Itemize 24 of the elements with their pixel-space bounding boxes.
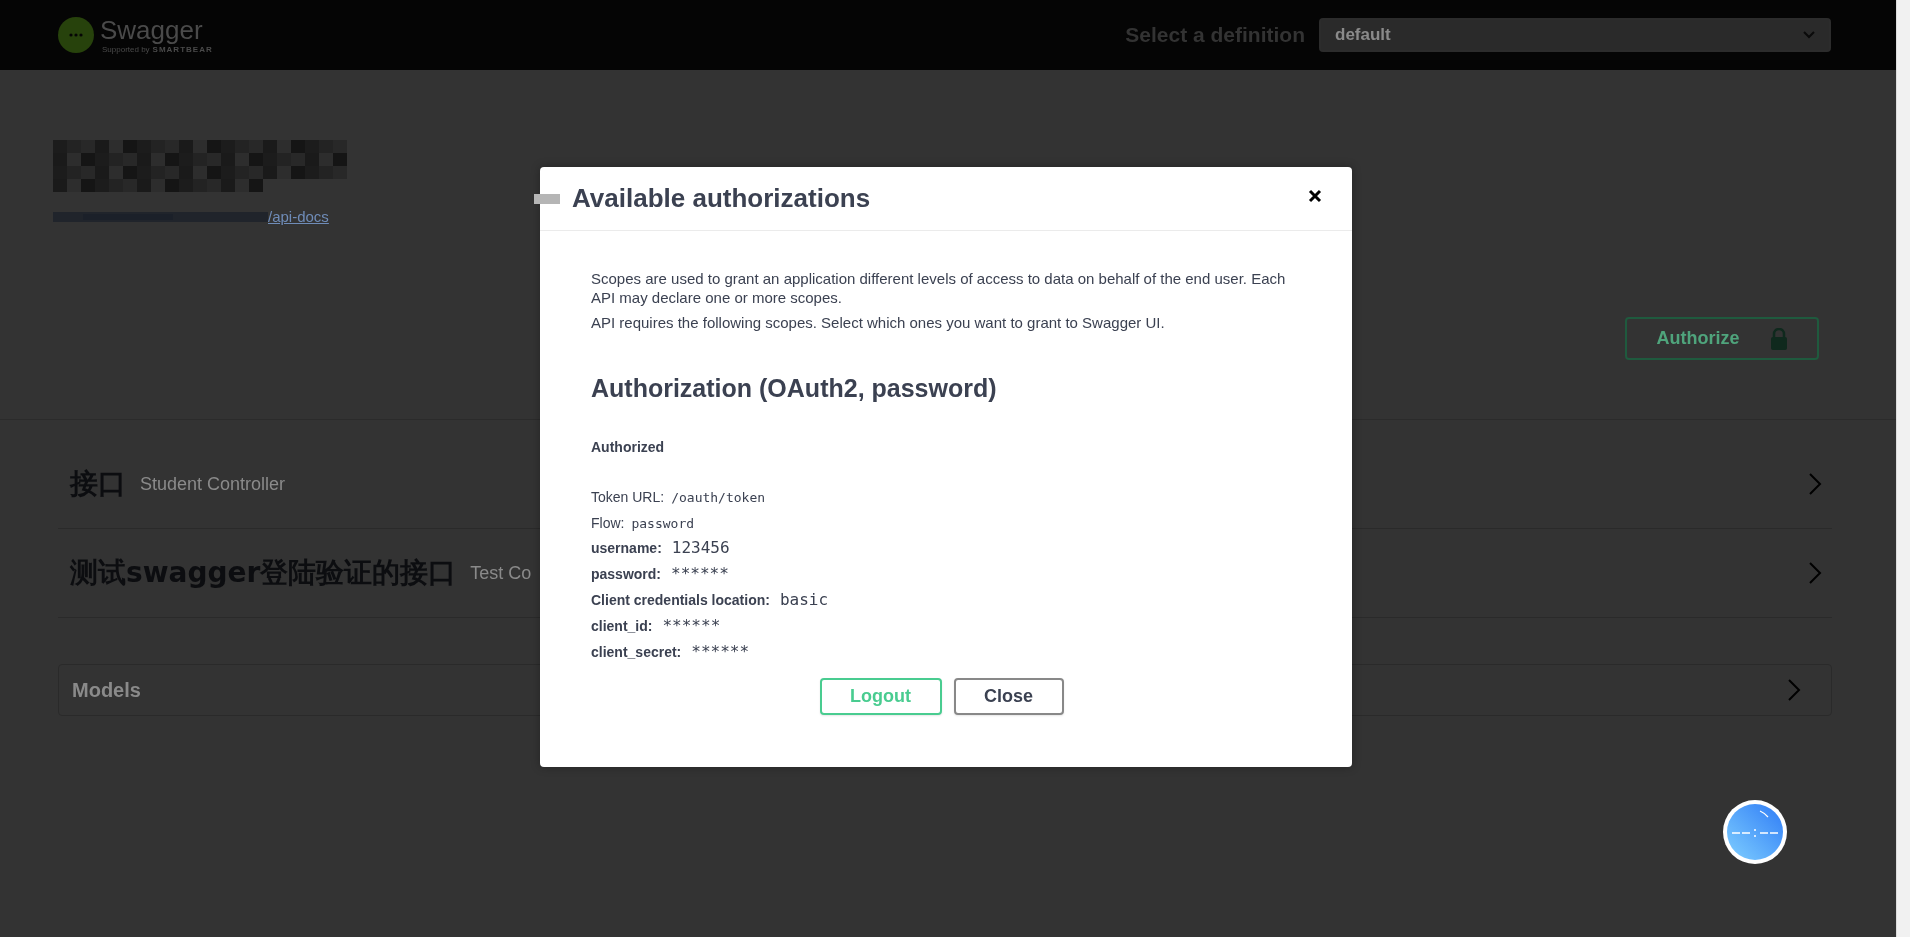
scheme-title: Authorization (OAuth2, password) — [591, 374, 998, 403]
brand-name: Swagger — [100, 16, 204, 43]
scopes-description: Scopes are used to grant an application different levels of access to data on behalf of the end user. Each API may declare one or more scopes. — [591, 269, 1287, 307]
tag-description: Test Co — [470, 562, 532, 584]
flow-label: Flow: — [591, 515, 625, 531]
scopes-description: API requires the following scopes. Select which ones you want to grant to Swagger UI. — [591, 313, 1166, 332]
tag-description: Student Controller — [140, 473, 286, 495]
dialog-title: Available authorizations — [572, 183, 872, 214]
field-label: client_secret: — [591, 644, 682, 660]
field-label: Client credentials location: — [591, 592, 770, 608]
flow-label: Token URL: — [591, 489, 665, 505]
brand-tagline: Supported by SMARTBEAR — [102, 45, 213, 54]
models-title: Models — [72, 678, 141, 702]
field-label: username: — [591, 540, 662, 556]
field-value: ****** — [691, 642, 750, 661]
field-value: ****** — [662, 616, 721, 635]
auth-status: Authorized — [591, 439, 666, 455]
field-value: ****** — [671, 564, 729, 583]
flow-value: /oauth/token — [671, 490, 766, 505]
flow-value: password — [631, 516, 695, 531]
field-label: client_id: — [591, 618, 653, 634]
field-value: basic — [779, 590, 829, 609]
field-value: 123456 — [671, 538, 730, 557]
field-label: password: — [591, 566, 661, 582]
